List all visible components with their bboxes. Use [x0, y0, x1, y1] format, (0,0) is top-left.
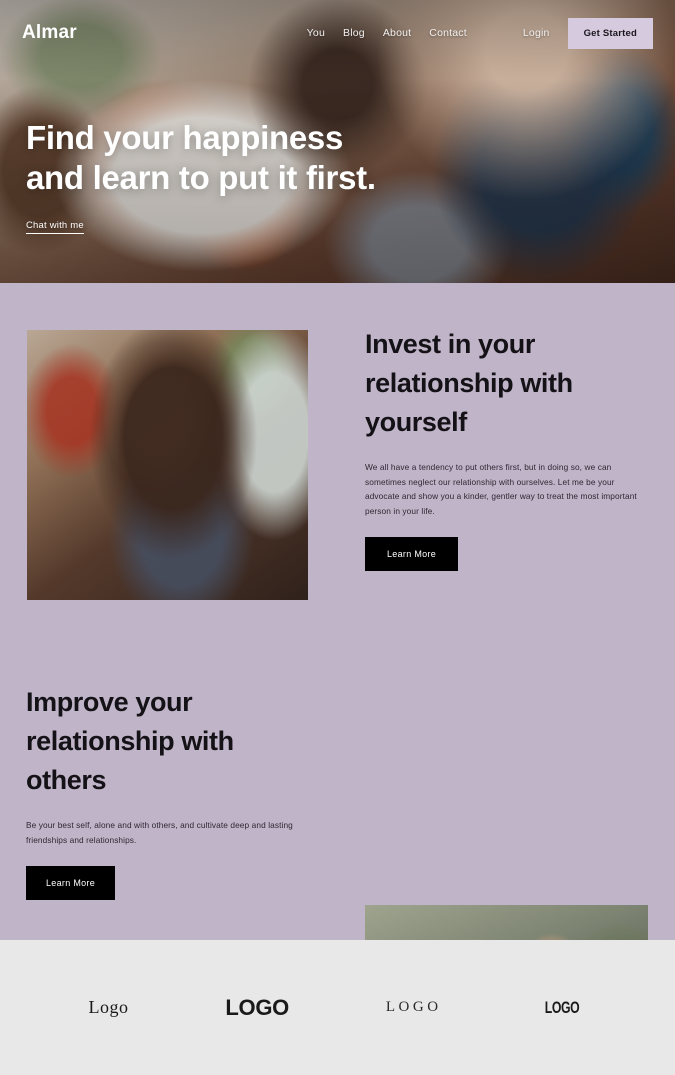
section-invest-title-line-1: Invest in your: [365, 329, 535, 359]
hero-title-line-1: Find your happiness: [26, 119, 344, 156]
partner-logo-3: LOGO: [385, 999, 442, 1015]
top-navigation-bar: Almar You Blog About Contact Login Get S…: [0, 0, 675, 66]
section-invest-title-line-2: relationship with: [365, 368, 573, 398]
nav-link-contact[interactable]: Contact: [429, 27, 467, 39]
partner-logo-2: LOGO: [225, 994, 289, 1020]
landing-page: Almar You Blog About Contact Login Get S…: [0, 0, 675, 1075]
content-section: Invest in your relationship with yoursel…: [0, 283, 675, 1075]
learn-more-button-invest[interactable]: Learn More: [365, 537, 459, 571]
section-improve-title-line-3: others: [26, 765, 107, 795]
hero-copy: Find your happiness and learn to put it …: [26, 118, 376, 234]
section-invest-title: Invest in your relationship with yoursel…: [365, 325, 649, 442]
nav-links: You Blog About Contact Login: [307, 27, 550, 39]
nav-link-login[interactable]: Login: [523, 27, 550, 39]
brand-logo[interactable]: Almar: [22, 22, 77, 44]
partner-logo-4: LOGO: [545, 997, 580, 1017]
logo-row: Logo LOGO LOGO LOGO: [0, 995, 675, 1021]
hero-title: Find your happiness and learn to put it …: [26, 118, 376, 198]
section-invest-text: Invest in your relationship with yoursel…: [365, 325, 649, 571]
section-invest-title-line-3: yourself: [365, 407, 467, 437]
hero-title-line-2: and learn to put it first.: [26, 159, 376, 196]
nav-link-you[interactable]: You: [307, 27, 325, 39]
partner-logo-1: Logo: [88, 997, 129, 1017]
nav-link-blog[interactable]: Blog: [343, 27, 365, 39]
hero-section: Almar You Blog About Contact Login Get S…: [0, 0, 675, 283]
nav-link-about[interactable]: About: [383, 27, 411, 39]
learn-more-button-improve[interactable]: Learn More: [26, 866, 116, 900]
partner-logos-section: Logo LOGO LOGO LOGO: [0, 940, 675, 1075]
section-image-invest: [27, 330, 308, 600]
section-improve-text: Improve your relationship with others Be…: [26, 683, 306, 900]
chat-with-me-link[interactable]: Chat with me: [26, 220, 84, 234]
section-improve-title-line-1: Improve your: [26, 687, 193, 717]
section-improve-body: Be your best self, alone and with others…: [26, 820, 293, 845]
section-improve-title-line-2: relationship with: [26, 726, 234, 756]
section-improve-title: Improve your relationship with others: [26, 683, 306, 800]
get-started-button[interactable]: Get Started: [567, 17, 653, 49]
section-invest-body: We all have a tendency to put others fir…: [365, 462, 637, 516]
